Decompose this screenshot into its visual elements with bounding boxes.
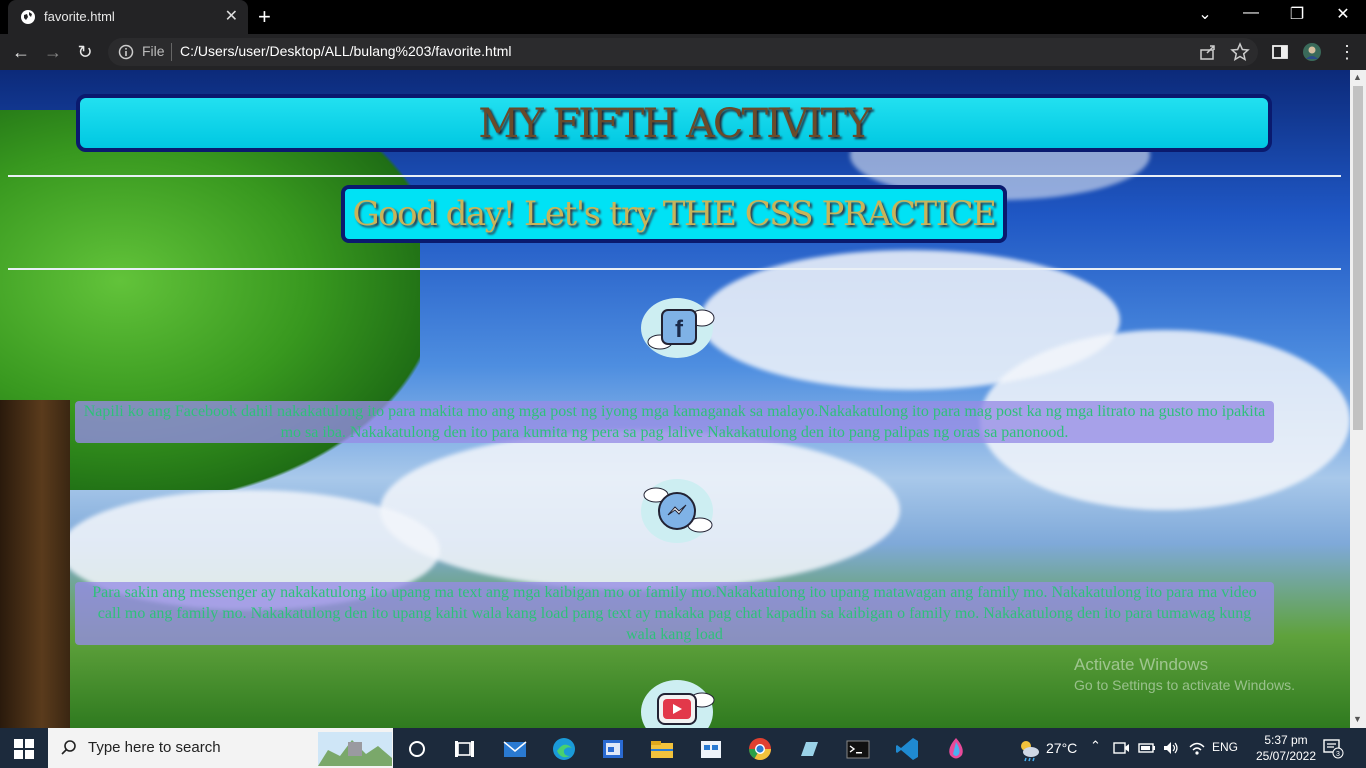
bookmark-star-icon[interactable] (1230, 42, 1250, 62)
windows-start-icon[interactable] (14, 739, 34, 759)
chrome-icon[interactable] (745, 734, 775, 764)
restore-button[interactable]: ❐ (1274, 4, 1320, 24)
new-tab-button[interactable]: + (258, 4, 271, 30)
browser-toolbar: ← → ↻ File C:/Users/user/Desktop/ALL/bul… (0, 34, 1366, 70)
subtitle-box: Good day! Let's try THE CSS PRACTICE (341, 185, 1007, 243)
task-view-icon[interactable] (450, 734, 480, 764)
mail-icon[interactable] (500, 734, 530, 764)
search-icon (61, 740, 76, 755)
tab-favorite[interactable]: favorite.html ✕ (8, 0, 248, 34)
clock-time: 5:37 pm (1264, 733, 1308, 747)
scroll-up-icon[interactable]: ▲ (1353, 72, 1362, 82)
messenger-description: Para sakin ang messenger ay nakakatulong… (75, 582, 1274, 645)
profile-avatar-icon[interactable] (1302, 42, 1322, 62)
share-icon[interactable] (1198, 42, 1218, 62)
search-placeholder: Type here to search (88, 739, 221, 756)
facebook-icon: f (641, 298, 715, 358)
taskbar-clock[interactable]: 5:37 pm 25/07/2022 (1248, 732, 1324, 764)
globe-icon (21, 10, 35, 24)
windows-taskbar: Type here to search 27°C ⌃ ENG 5:37 pm 2… (0, 728, 1366, 768)
vscode-icon[interactable] (892, 734, 922, 764)
tab-strip: favorite.html ✕ + ⌄ — ❐ ✕ (0, 0, 1366, 34)
activate-windows-subtitle: Go to Settings to activate Windows. (1074, 677, 1295, 693)
wifi-icon[interactable] (1188, 739, 1206, 757)
side-panel-icon[interactable] (1270, 42, 1290, 62)
page-title: MY FIFTH ACTIVITY (478, 101, 871, 147)
divider (8, 175, 1341, 177)
divider (8, 268, 1341, 270)
tab-close-button[interactable]: ✕ (225, 6, 238, 26)
page-subtitle: Good day! Let's try THE CSS PRACTICE (352, 194, 997, 234)
omnibox-divider (171, 43, 172, 61)
menu-kebab-icon[interactable]: ⋮ (1334, 39, 1360, 65)
scroll-thumb[interactable] (1353, 86, 1363, 430)
activate-windows-title: Activate Windows (1074, 655, 1209, 674)
weather-temperature[interactable]: 27°C (1046, 740, 1077, 756)
messenger-icon (641, 479, 713, 543)
photo-viewer-icon[interactable] (598, 734, 628, 764)
clock-date: 25/07/2022 (1255, 749, 1317, 763)
notification-count: 3 (1336, 751, 1340, 758)
page-title-box: MY FIFTH ACTIVITY (76, 94, 1272, 152)
scroll-down-icon[interactable]: ▼ (1353, 714, 1362, 724)
notification-center-icon[interactable]: 3 (1322, 737, 1344, 759)
url-text[interactable]: C:/Users/user/Desktop/ALL/bulang%203/fav… (180, 43, 512, 59)
page-scrollbar[interactable]: ▲ ▼ (1350, 70, 1366, 728)
meet-now-icon[interactable] (1112, 739, 1130, 757)
reload-button[interactable]: ↻ (72, 39, 98, 65)
file-scheme-label: File (142, 43, 165, 59)
tab-title: favorite.html (44, 9, 115, 24)
facebook-description: Napili ko ang Facebook dahil nakakatulon… (75, 401, 1274, 443)
svg-text:f: f (675, 316, 684, 343)
file-explorer-icon[interactable] (647, 734, 677, 764)
microsoft-store-icon[interactable] (696, 734, 726, 764)
battery-icon[interactable] (1138, 739, 1156, 757)
terminal-icon[interactable] (843, 734, 873, 764)
weather-icon[interactable] (1014, 734, 1044, 764)
paint-app-icon[interactable] (941, 734, 971, 764)
address-bar[interactable]: File C:/Users/user/Desktop/ALL/bulang%20… (108, 38, 1258, 66)
background-tree-trunk (0, 400, 70, 728)
notepad-icon[interactable] (794, 734, 824, 764)
close-window-button[interactable]: ✕ (1320, 4, 1366, 24)
back-button[interactable]: ← (8, 39, 34, 65)
forward-button[interactable]: → (40, 39, 66, 65)
show-hidden-icons-chevron-icon[interactable]: ⌃ (1090, 738, 1106, 768)
tab-search-chevron-icon[interactable]: ⌄ (1182, 4, 1228, 24)
edge-browser-icon[interactable] (549, 734, 579, 764)
taskbar-search-box[interactable]: Type here to search (48, 728, 393, 768)
minimize-button[interactable]: — (1228, 4, 1274, 22)
cortana-icon[interactable] (402, 734, 432, 764)
youtube-icon (641, 680, 715, 728)
info-icon[interactable] (118, 44, 134, 60)
volume-icon[interactable] (1162, 739, 1180, 757)
page-viewport: MY FIFTH ACTIVITY Good day! Let's try TH… (0, 70, 1350, 728)
input-language-indicator[interactable]: ENG (1212, 740, 1238, 754)
search-highlight-illustration (318, 732, 392, 766)
